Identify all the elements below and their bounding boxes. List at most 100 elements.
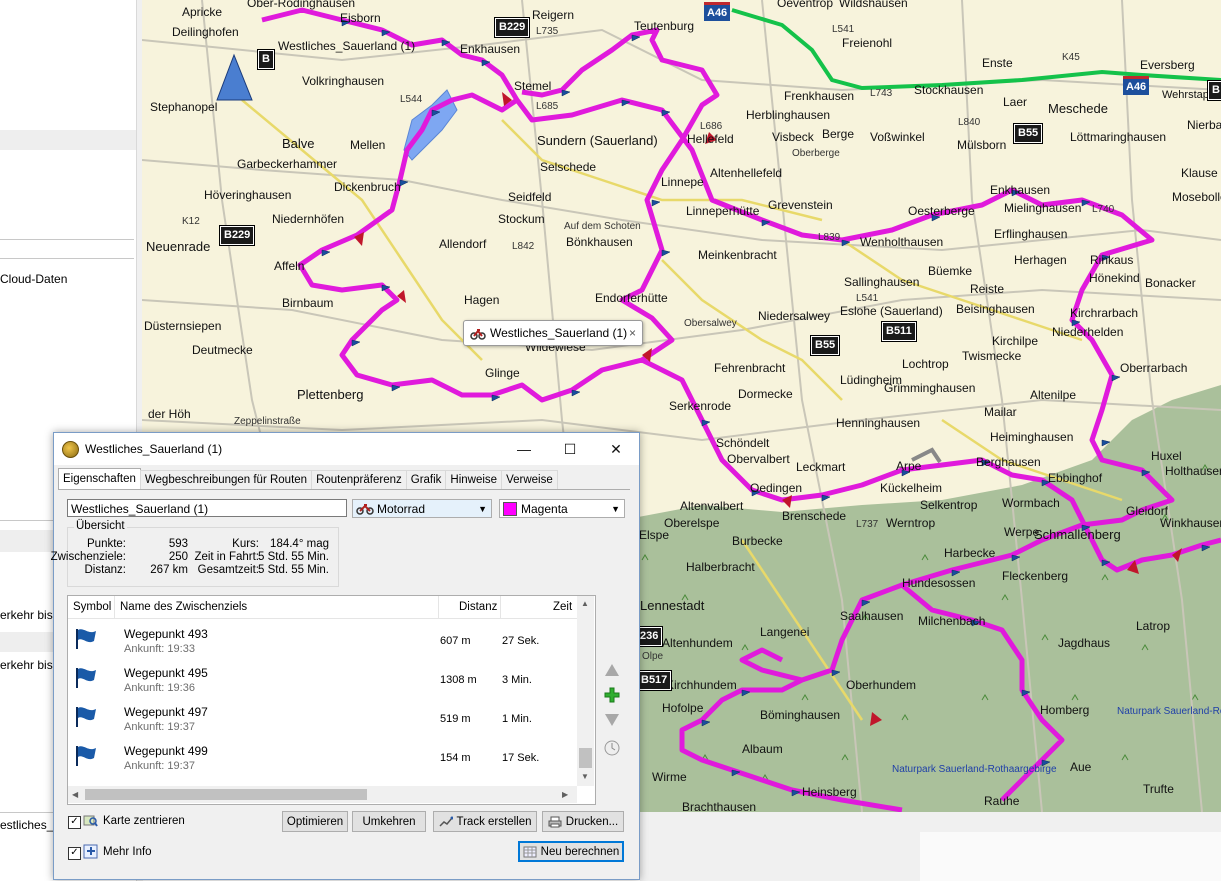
move-down-button[interactable] — [601, 710, 623, 730]
create-track-button[interactable]: Track erstellen — [433, 811, 537, 832]
waypoint-table: Symbol Name des Zwischenziels Distanz Ze… — [67, 595, 596, 805]
road-shield: B — [257, 49, 275, 70]
close-button[interactable]: ✕ — [593, 433, 639, 465]
cloud-data-label[interactable]: Cloud-Daten — [0, 272, 136, 286]
place-label: Niederhelden — [1052, 325, 1124, 339]
moving-time-value: 5 Std. 55 Min. — [258, 551, 329, 563]
move-up-button[interactable] — [601, 660, 623, 680]
optimize-button[interactable]: Optimieren — [282, 811, 348, 832]
scroll-down-arrow[interactable]: ▼ — [581, 772, 589, 781]
scroll-thumb[interactable] — [579, 748, 592, 768]
place-label: Auf dem Schoten — [564, 221, 641, 232]
place-label: Kirchilpe — [992, 334, 1039, 348]
col-distance-header[interactable]: Distanz — [439, 596, 501, 618]
status-area-light — [920, 832, 1221, 881]
scroll-thumb[interactable] — [85, 789, 367, 800]
tab-eigenschaften[interactable]: Eigenschaften — [58, 468, 141, 489]
road-number: L544 — [400, 94, 423, 105]
scroll-right-arrow[interactable]: ▶ — [562, 790, 568, 799]
place-label: Reiste — [970, 282, 1005, 296]
table-row[interactable]: Wegepunkt 497 Ankunft: 19:37 519 m 1 Min… — [68, 699, 578, 738]
add-waypoint-button[interactable] — [601, 685, 623, 705]
recalculate-button[interactable]: Neu berechnen — [518, 841, 624, 862]
place-label: Ebbinghof — [1048, 471, 1103, 485]
route-callout[interactable]: Westliches_Sauerland (1) × — [463, 320, 643, 346]
chevron-down-icon: ▼ — [611, 503, 620, 514]
tab-routenpraeferenz[interactable]: Routenpräferenz — [311, 470, 407, 489]
waypoint-name: Wegepunkt 499 — [124, 744, 208, 758]
close-icon[interactable]: × — [629, 326, 636, 340]
place-label: Düsternsiepen — [144, 319, 222, 333]
place-label: Glinge — [485, 366, 520, 380]
place-label: Mailar — [984, 405, 1017, 419]
col-name-header[interactable]: Name des Zwischenziels — [115, 596, 439, 618]
place-label: Berge — [822, 127, 855, 141]
road-number: K12 — [182, 216, 200, 227]
place-label: Grevenstein — [768, 198, 833, 212]
waypoints-value: 250 — [168, 551, 188, 563]
place-label: Rinkaus — [1090, 253, 1134, 267]
place-label: Eslohe (Sauerland) — [840, 304, 943, 318]
scroll-left-arrow[interactable]: ◀ — [72, 790, 78, 799]
table-row[interactable]: Wegepunkt 495 Ankunft: 19:36 1308 m 3 Mi… — [68, 660, 578, 699]
place-label: Arpe — [896, 459, 922, 473]
place-label: Stephanopel — [150, 100, 218, 114]
col-time-header[interactable]: Zeit — [501, 596, 577, 618]
maximize-button[interactable]: ☐ — [547, 433, 593, 465]
print-button[interactable]: Drucken... — [542, 811, 624, 832]
track-icon — [438, 816, 453, 827]
center-map-checkbox[interactable]: ✓ — [68, 816, 81, 829]
color-dropdown[interactable]: Magenta ▼ — [499, 499, 625, 518]
tab-hinweise[interactable]: Hinweise — [445, 470, 503, 489]
table-horizontal-scrollbar[interactable]: ◀ ▶ — [68, 786, 577, 803]
table-row[interactable]: Wegepunkt 499 Ankunft: 19:37 154 m 17 Se… — [68, 738, 578, 777]
points-value: 593 — [168, 538, 188, 550]
chevron-down-icon: ▼ — [478, 503, 487, 514]
reverse-button[interactable]: Umkehren — [352, 811, 426, 832]
place-label: Niedersalwey — [758, 309, 831, 323]
place-label: Werntrop — [886, 516, 936, 530]
panel-band — [0, 130, 136, 150]
tab-wegbeschreibungen[interactable]: Wegbeschreibungen für Routen — [139, 470, 313, 489]
plus-icon — [604, 687, 620, 703]
place-label: Reigern — [532, 8, 575, 22]
place-label: Selschede — [540, 160, 597, 174]
waypoint-name: Wegepunkt 497 — [124, 705, 208, 719]
col-symbol-header[interactable]: Symbol — [68, 596, 115, 618]
place-label: Wildshausen — [839, 0, 908, 10]
place-label: Winkhausen — [1160, 516, 1221, 530]
place-label: Lochtrop — [902, 357, 949, 371]
place-label: Allendorf — [439, 237, 487, 251]
place-label: Seidfeld — [508, 190, 552, 204]
park-label: Naturpark Sauerland-Rothaargebirge — [1117, 706, 1221, 717]
waypoint-arrival: Ankunft: 19:36 — [124, 682, 195, 694]
magnifier-map-icon — [83, 815, 98, 827]
place-label: Albaum — [742, 742, 783, 756]
arrow-up-icon — [605, 664, 619, 676]
place-label: Oeventrop — [777, 0, 834, 10]
dialog-titlebar[interactable]: Westliches_Sauerland (1) — ☐ ✕ — [54, 433, 639, 465]
table-vertical-scrollbar[interactable]: ▲ ▼ — [577, 596, 594, 786]
place-label: Deilinghofen — [172, 25, 239, 39]
place-label: Kirchhundem — [666, 678, 737, 692]
color-value: Magenta — [521, 501, 568, 516]
place-label: Kückelheim — [880, 481, 943, 495]
tab-grafik[interactable]: Grafik — [405, 470, 447, 489]
place-label: Selkentrop — [920, 498, 978, 512]
time-settings-button[interactable] — [601, 738, 623, 758]
waypoint-distance: 154 m — [440, 752, 471, 764]
tab-verweise[interactable]: Verweise — [501, 470, 558, 489]
scroll-up-arrow[interactable]: ▲ — [581, 599, 589, 608]
recalculate-label: Neu berechnen — [540, 845, 620, 858]
more-info-checkbox[interactable]: ✓ — [68, 847, 81, 860]
table-row[interactable]: Wegepunkt 493 Ankunft: 19:33 607 m 27 Se… — [68, 621, 578, 660]
distance-label: Distanz: — [84, 564, 126, 576]
flag-icon — [76, 746, 96, 766]
place-label: Homberg — [1040, 703, 1090, 717]
reverse-label: Umkehren — [362, 815, 416, 828]
route-name-input[interactable]: Westliches_Sauerland (1) — [67, 499, 347, 517]
vehicle-dropdown[interactable]: Motorrad ▼ — [352, 499, 492, 518]
minimize-button[interactable]: — — [501, 433, 547, 465]
place-label: Dickenbruch — [334, 180, 401, 194]
place-label: Milchenbach — [918, 614, 986, 628]
